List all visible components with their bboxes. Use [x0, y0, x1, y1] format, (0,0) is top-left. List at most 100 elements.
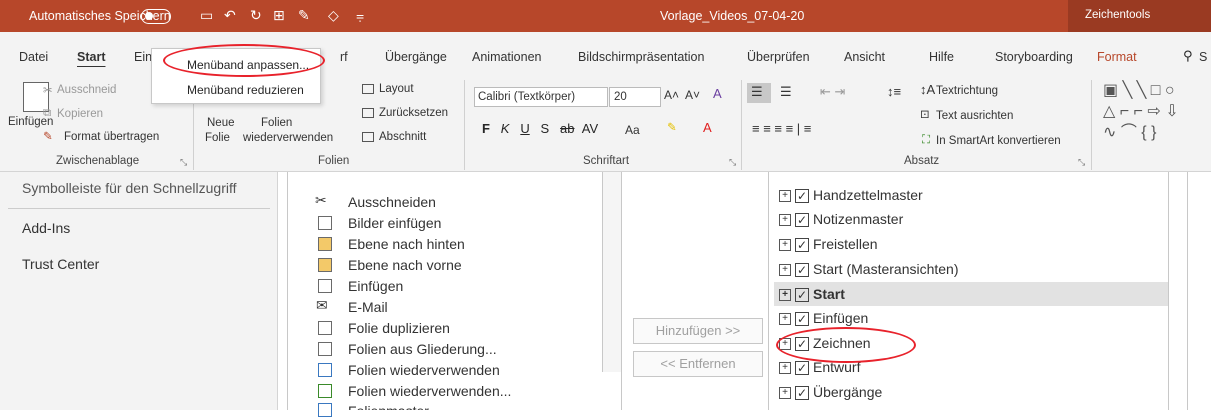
copy-button[interactable]: Kopieren [57, 108, 103, 120]
tab-ansicht[interactable]: Ansicht [844, 50, 885, 64]
clear-format-icon[interactable]: A [713, 86, 722, 101]
tree-item-start[interactable]: + ✓ Start [779, 283, 845, 305]
undo-icon[interactable]: ↶ [224, 7, 236, 24]
redo-icon[interactable]: ↻ [250, 7, 262, 24]
context-tab-label: Zeichentools [1085, 9, 1151, 21]
curve-shape-icon[interactable]: ∿ [1103, 124, 1116, 141]
tree-item-einfuegen[interactable]: + ✓ Einfügen [779, 307, 868, 329]
list-item[interactable]: Bilder einfügen [348, 215, 441, 231]
tab-format[interactable]: Format [1097, 50, 1137, 64]
tab-hilfe[interactable]: Hilfe [929, 50, 954, 64]
tree-item-start-master[interactable]: + ✓ Start (Masteransichten) [779, 258, 959, 280]
checkbox-checked-icon[interactable]: ✓ [795, 189, 809, 204]
start-from-beginning-icon[interactable]: ⊞ [273, 7, 285, 24]
search-label[interactable]: S [1199, 50, 1207, 64]
font-name-select[interactable]: Calibri (Textkörper) [474, 87, 608, 107]
tab-storyboarding[interactable]: Storyboarding [995, 50, 1073, 64]
document-title: Vorlage_Videos_07-04-20 [660, 9, 805, 23]
nav-item-addins[interactable]: Add-Ins [22, 220, 70, 236]
checkbox-checked-icon[interactable]: ✓ [795, 288, 809, 303]
new-slide-button[interactable]: Folie [205, 132, 230, 144]
alignment-icons[interactable]: ≡ ≡ ≡ ≡ | ≡ [752, 121, 811, 136]
tab-ueberpruefen[interactable]: Überprüfen [747, 50, 810, 64]
list-item[interactable]: Einfügen [348, 278, 403, 294]
font-style-buttons[interactable]: F K U S ab AV [482, 121, 609, 136]
align-text-button[interactable]: Text ausrichten [936, 110, 1013, 122]
textbox-shape-icon[interactable]: ▣ [1103, 82, 1118, 99]
grow-font-icon[interactable]: A˄ [664, 88, 679, 102]
triangle-shape-icon[interactable]: △ [1103, 103, 1115, 120]
pen-icon[interactable]: ✎ [298, 7, 310, 24]
add-button[interactable]: Hinzufügen >> [633, 318, 763, 344]
list-item[interactable]: Ausschneiden [348, 194, 436, 210]
line-spacing-icon[interactable]: ↕≡ [887, 84, 901, 99]
tree-item-handzettelmaster[interactable]: + ✓ Handzettelmaster [779, 184, 923, 206]
expand-icon[interactable]: + [779, 190, 791, 203]
insert-pictures-icon [318, 216, 332, 230]
nav-item-qat[interactable]: Symbolleiste für den Schnellzugriff [22, 180, 237, 196]
checkbox-checked-icon[interactable]: ✓ [795, 213, 809, 228]
paragraph-launcher-icon[interactable]: ⤡ [1078, 157, 1085, 168]
tree-item-freistellen[interactable]: + ✓ Freistellen [779, 233, 878, 255]
remove-button[interactable]: << Entfernen [633, 351, 763, 377]
font-name-value: Calibri (Textkörper) [478, 91, 576, 103]
checkbox-checked-icon[interactable]: ✓ [795, 361, 809, 376]
list-item[interactable]: E-Mail [348, 299, 388, 315]
layout-button[interactable]: Layout [379, 83, 414, 95]
context-tab-header: Zeichentools [1068, 0, 1211, 32]
format-painter-button[interactable]: Format übertragen [64, 131, 159, 143]
cut-button[interactable]: Ausschneid [57, 84, 116, 96]
tab-bildschirmpraesentation[interactable]: Bildschirmpräsentation [578, 50, 704, 64]
commands-scrollbar[interactable] [603, 172, 621, 372]
reuse-slides-button[interactable]: wiederverwenden [243, 132, 333, 144]
tab-entwurf-fragment[interactable]: rf [340, 50, 348, 64]
list-item[interactable]: Folien aus Gliederung... [348, 341, 497, 357]
save-icon[interactable]: ▭ [200, 7, 213, 24]
font-size-select[interactable]: 20 [609, 87, 661, 107]
expand-icon[interactable]: + [779, 362, 791, 375]
reset-button[interactable]: Zurücksetzen [379, 107, 448, 119]
checkbox-checked-icon[interactable]: ✓ [795, 238, 809, 253]
text-direction-button[interactable]: Textrichtung [936, 85, 998, 97]
shape-icon[interactable]: ◇ [328, 7, 339, 24]
tab-datei[interactable]: Datei [19, 50, 48, 64]
checkbox-checked-icon[interactable]: ✓ [795, 386, 809, 401]
collapse-ribbon-item[interactable]: Menüband reduzieren [187, 83, 304, 97]
checkbox-checked-icon[interactable]: ✓ [795, 312, 809, 327]
list-border [621, 172, 622, 410]
clipboard-launcher-icon[interactable]: ⤡ [180, 157, 187, 168]
expand-icon[interactable]: + [779, 264, 791, 277]
tab-start[interactable]: Start [77, 50, 105, 64]
font-color-icon[interactable]: A [703, 120, 712, 135]
indent-icons[interactable]: ⇤ ⇥ [820, 84, 845, 100]
tab-animationen[interactable]: Animationen [472, 50, 542, 64]
smartart-button[interactable]: In SmartArt konvertieren [936, 135, 1061, 147]
list-item[interactable]: Ebene nach vorne [348, 257, 462, 273]
list-item[interactable]: Ebene nach hinten [348, 236, 465, 252]
change-case-button[interactable]: Aa [625, 123, 640, 137]
numbering-icon[interactable]: ☰ [780, 84, 792, 100]
shrink-font-icon[interactable]: A˅ [685, 88, 700, 102]
search-icon[interactable]: ⚲ [1183, 48, 1193, 64]
list-item[interactable]: Folien wiederverwenden... [348, 383, 511, 399]
expand-icon[interactable]: + [779, 214, 791, 227]
autosave-toggle[interactable] [141, 9, 171, 24]
checkbox-checked-icon[interactable]: ✓ [795, 263, 809, 278]
nav-item-trust-center[interactable]: Trust Center [22, 256, 99, 272]
shapes-gallery[interactable]: ▣ ╲ ╲ □ ○ △ ⌐ ⌐ ⇨ ⇩ ∿ ⌒ { } [1103, 80, 1179, 143]
font-launcher-icon[interactable]: ⤡ [729, 157, 736, 168]
section-button[interactable]: Abschnitt [379, 131, 426, 143]
tree-item-uebergaenge[interactable]: + ✓ Übergänge [779, 381, 882, 403]
tree-item-notizenmaster[interactable]: + ✓ Notizenmaster [779, 208, 903, 230]
expand-icon[interactable]: + [779, 313, 791, 326]
list-item[interactable]: Folien wiederverwenden [348, 362, 500, 378]
expand-icon[interactable]: + [779, 387, 791, 400]
list-item[interactable]: Folienmaster [348, 403, 429, 410]
tree-border [1187, 172, 1188, 410]
highlight-icon[interactable]: ✎ [667, 120, 677, 134]
list-item[interactable]: Folie duplizieren [348, 320, 450, 336]
tab-uebergaenge[interactable]: Übergänge [385, 50, 447, 64]
expand-icon[interactable]: + [779, 239, 791, 252]
customize-qat-icon[interactable]: ⩦ [356, 7, 364, 24]
expand-icon[interactable]: + [779, 289, 791, 302]
